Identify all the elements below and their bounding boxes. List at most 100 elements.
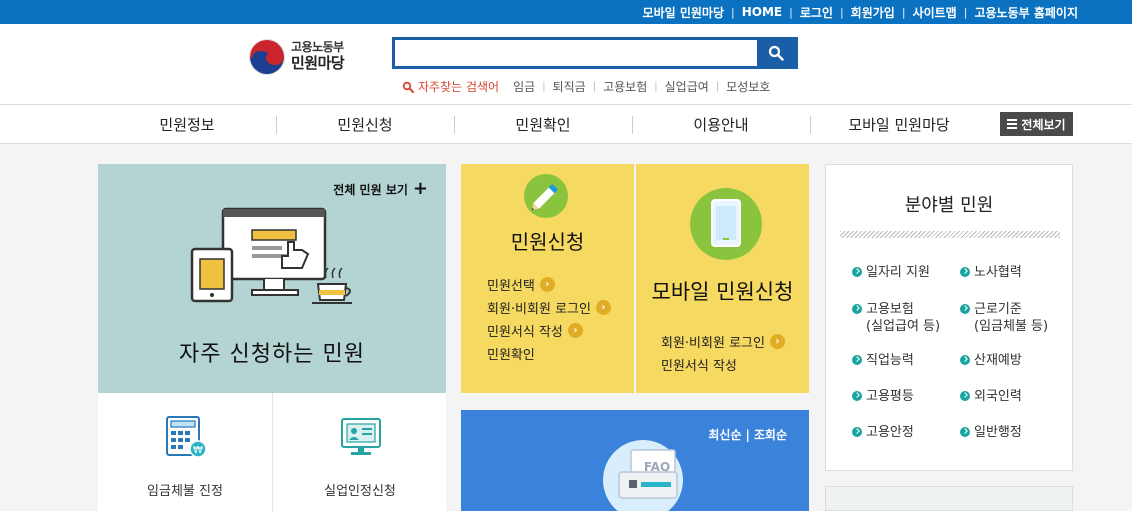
keyword-link[interactable]: 퇴직금 bbox=[553, 78, 586, 95]
top-link-separator: | bbox=[963, 5, 968, 19]
apply-link-select[interactable]: 민원선택 › bbox=[487, 273, 611, 296]
nav-item-complaint-apply[interactable]: 민원신청 bbox=[276, 105, 454, 143]
faq-panel: 최신순 | 조회순 FAQ bbox=[461, 410, 809, 511]
tile-label: 임금체불 진정 bbox=[147, 484, 223, 499]
field-complaints-title: 분야별 민원 bbox=[904, 195, 994, 216]
apply-link-form[interactable]: 민원서식 작성 › bbox=[487, 319, 611, 342]
link-label: 민원확인 bbox=[487, 348, 535, 363]
logo-site-name: 민원마당 bbox=[291, 54, 345, 73]
field-item-employment-equality[interactable]: 고용평등 bbox=[852, 388, 914, 405]
field-item-label: 고용보험 bbox=[866, 302, 914, 317]
svg-text:₩: ₩ bbox=[193, 445, 203, 456]
check-circle-icon bbox=[852, 267, 862, 277]
keyword-separator: | bbox=[542, 81, 546, 92]
keyword-link[interactable]: 모성보호 bbox=[726, 78, 770, 95]
logo-text: 고용노동부 민원마당 bbox=[291, 41, 345, 73]
top-link-separator: | bbox=[839, 5, 844, 19]
mobile-link-form[interactable]: 민원서식 작성 bbox=[661, 353, 785, 376]
computer-tablet-illustration-icon bbox=[190, 207, 352, 304]
pencil-icon bbox=[524, 174, 568, 218]
top-links: 모바일 민원마당 | HOME | 로그인 | 회원가입 | 사이트맵 | 고용… bbox=[643, 0, 1078, 24]
frequent-complaint-tiles: ₩ 임금체불 진정 실업인정신청 bbox=[98, 393, 446, 511]
search-input[interactable] bbox=[395, 40, 757, 66]
main-nav: 민원정보 민원신청 민원확인 이용안내 모바일 민원마당 전체보기 bbox=[0, 104, 1132, 144]
popular-keywords-label: 자주찾는 검색어 bbox=[418, 80, 500, 94]
link-label: 민원서식 작성 bbox=[487, 325, 563, 340]
tile-unemployment-recognition[interactable]: 실업인정신청 bbox=[272, 393, 446, 511]
chevron-right-icon: › bbox=[567, 323, 583, 338]
mobile-link-login[interactable]: 회원·비회원 로그인 › bbox=[661, 330, 785, 353]
field-item-labor-relations[interactable]: 노사협력 bbox=[960, 264, 1022, 281]
field-item-sublabel: (임금체불 등) bbox=[974, 319, 1049, 334]
check-circle-icon bbox=[852, 391, 862, 401]
field-item-general-admin[interactable]: 일반행정 bbox=[960, 424, 1022, 441]
search-icon bbox=[768, 45, 784, 61]
link-label: 회원·비회원 로그인 bbox=[661, 336, 765, 351]
apply-link-login[interactable]: 회원·비회원 로그인 › bbox=[487, 296, 611, 319]
apply-link-check[interactable]: 민원확인 bbox=[487, 342, 611, 365]
link-label: 민원선택 bbox=[487, 279, 535, 294]
hatch-divider bbox=[840, 231, 1060, 238]
taegeuk-logo-icon bbox=[249, 39, 285, 75]
tile-wage-arrears[interactable]: ₩ 임금체불 진정 bbox=[98, 393, 272, 511]
field-item-foreign-workforce[interactable]: 외국인력 bbox=[960, 388, 1022, 405]
check-circle-icon bbox=[852, 304, 862, 314]
check-circle-icon bbox=[960, 304, 970, 314]
mobile-apply-title: 모바일 민원신청 bbox=[651, 280, 794, 304]
view-all-complaints-link[interactable]: 전체 민원 보기 + bbox=[333, 180, 428, 198]
field-item-label: 노사협력 bbox=[974, 265, 1022, 280]
field-item-employment-insurance[interactable]: 고용보험 (실업급여 등) bbox=[852, 301, 940, 335]
frequent-complaints-panel: 전체 민원 보기 + 자주 신청하는 민원 bbox=[98, 164, 446, 393]
check-circle-icon bbox=[960, 391, 970, 401]
complaint-apply-links: 민원선택 › 회원·비회원 로그인 › 민원서식 작성 › 민원확인 bbox=[487, 273, 611, 365]
all-view-label: 전체보기 bbox=[1021, 117, 1066, 132]
top-link-mobile[interactable]: 모바일 민원마당 bbox=[643, 4, 724, 21]
chevron-right-icon: › bbox=[769, 334, 785, 349]
field-item-labor-standards[interactable]: 근로기준 (임금체불 등) bbox=[960, 301, 1048, 335]
check-circle-icon bbox=[960, 427, 970, 437]
secondary-panel bbox=[825, 486, 1073, 511]
smartphone-icon bbox=[690, 188, 762, 260]
nav-item-mobile[interactable]: 모바일 민원마당 bbox=[810, 105, 988, 143]
nav-item-complaint-check[interactable]: 민원확인 bbox=[454, 105, 632, 143]
site-logo[interactable]: 고용노동부 민원마당 bbox=[249, 39, 345, 75]
top-link-signup[interactable]: 회원가입 bbox=[851, 4, 895, 21]
field-item-employment-stability[interactable]: 고용안정 bbox=[852, 424, 914, 441]
field-complaints-panel: 분야별 민원 일자리 지원 노사협력 고용보험 (실업급여 등) 근로기준 (임금체… bbox=[825, 164, 1073, 471]
check-circle-icon bbox=[852, 355, 862, 365]
top-link-separator: | bbox=[731, 5, 735, 19]
sort-latest-button[interactable]: 최신순 bbox=[708, 426, 741, 443]
faq-icon: FAQ bbox=[603, 440, 683, 511]
search-button[interactable] bbox=[757, 40, 795, 66]
top-link-separator: | bbox=[789, 5, 793, 19]
check-circle-icon bbox=[960, 267, 970, 277]
top-link-ministry-home[interactable]: 고용노동부 홈페이지 bbox=[974, 4, 1078, 21]
all-view-button[interactable]: 전체보기 bbox=[1000, 112, 1073, 136]
menu-icon bbox=[1007, 117, 1018, 131]
check-circle-icon bbox=[852, 427, 862, 437]
link-label: 민원서식 작성 bbox=[661, 359, 737, 374]
mobile-apply-panel: 모바일 민원신청 회원·비회원 로그인 › 민원서식 작성 bbox=[636, 164, 809, 393]
top-link-home[interactable]: HOME bbox=[742, 5, 782, 19]
keyword-link[interactable]: 고용보험 bbox=[603, 78, 647, 95]
mobile-apply-links: 회원·비회원 로그인 › 민원서식 작성 bbox=[661, 330, 785, 376]
field-item-job-support[interactable]: 일자리 지원 bbox=[852, 264, 930, 281]
monitor-icon bbox=[341, 418, 381, 455]
complaint-apply-title: 민원신청 bbox=[510, 230, 585, 254]
top-link-login[interactable]: 로그인 bbox=[800, 4, 833, 21]
field-item-label: 산재예방 bbox=[974, 353, 1022, 368]
nav-item-guide[interactable]: 이용안내 bbox=[632, 105, 810, 143]
view-all-complaints-label: 전체 민원 보기 bbox=[333, 182, 408, 197]
field-item-accident-prevention[interactable]: 산재예방 bbox=[960, 352, 1022, 369]
calculator-icon: ₩ bbox=[166, 416, 207, 458]
sort-views-button[interactable]: 조회순 bbox=[754, 426, 787, 443]
check-circle-icon bbox=[960, 355, 970, 365]
nav-item-complaint-info[interactable]: 민원정보 bbox=[98, 105, 276, 143]
field-item-vocational-skills[interactable]: 직업능력 bbox=[852, 352, 914, 369]
keyword-link[interactable]: 임금 bbox=[513, 78, 535, 95]
top-link-sitemap[interactable]: 사이트맵 bbox=[913, 4, 957, 21]
frequent-complaints-title: 자주 신청하는 민원 bbox=[179, 342, 365, 367]
field-item-label: 외국인력 bbox=[974, 389, 1022, 404]
keyword-link[interactable]: 실업급여 bbox=[665, 78, 709, 95]
complaint-apply-panel: 민원신청 민원선택 › 회원·비회원 로그인 › 민원서식 작성 › 민원확인 bbox=[461, 164, 634, 393]
